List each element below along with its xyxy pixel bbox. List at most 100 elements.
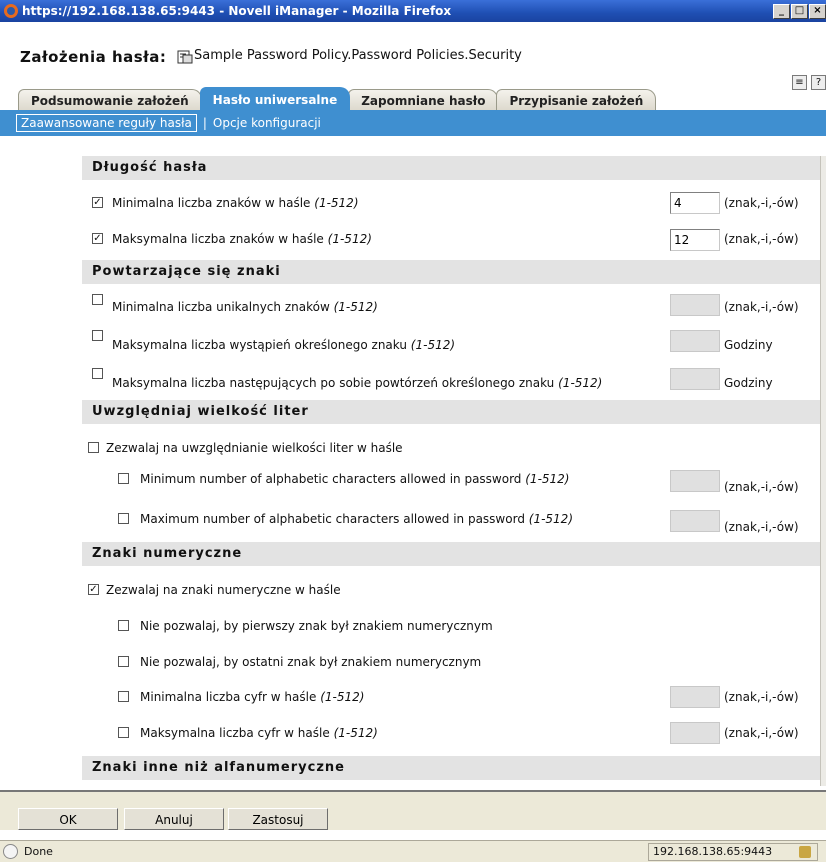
content-scrollbar[interactable] [820, 156, 826, 786]
rule-checkbox[interactable]: ✓ [92, 233, 103, 244]
rule-unit: (znak,-i,-ów) [724, 480, 799, 494]
page-header: Założenia hasła: Sample Password Policy.… [0, 22, 826, 90]
window-titlebar: https://192.168.138.65:9443 - Novell iMa… [0, 0, 826, 22]
tab-strip: Podsumowanie założeń Hasło uniwersalne Z… [18, 87, 657, 111]
sub-navigation: Zaawansowane reguły hasła | Opcje konfig… [0, 110, 826, 136]
rule-range: (1-512) [327, 232, 372, 246]
status-text: Done [24, 845, 53, 858]
rule-value-input[interactable] [670, 510, 720, 532]
rule-checkbox[interactable] [118, 727, 129, 738]
rule-checkbox[interactable] [92, 368, 103, 379]
rule-row: Zezwalaj na uwzględnianie wielkości lite… [0, 438, 820, 464]
page-title: Założenia hasła: [20, 48, 167, 66]
rule-value-input[interactable] [670, 686, 720, 708]
rule-row: ✓ Maksymalna liczba znaków w haśle (1-51… [0, 226, 820, 252]
rule-range: (1-512) [525, 472, 570, 486]
policy-object-icon [177, 50, 193, 64]
tab-zapomniane-haslo[interactable]: Zapomniane hasło [348, 89, 499, 111]
rule-label: Maximum number of alphabetic characters … [140, 512, 525, 526]
rule-row: ✓ Zezwalaj na znaki numeryczne w haśle [0, 580, 820, 606]
subnav-config-options[interactable]: Opcje konfiguracji [213, 116, 321, 130]
rule-row: Maksymalna liczba następujących po sobie… [0, 368, 820, 394]
rule-row: Minimalna liczba unikalnych znaków (1-51… [0, 294, 820, 320]
rule-checkbox[interactable] [92, 330, 103, 341]
rule-range: (1-512) [320, 690, 365, 704]
section-repeated-chars: Powtarzające się znaki [82, 260, 820, 284]
rule-row: Maximum number of alphabetic characters … [0, 508, 820, 534]
rule-checkbox[interactable] [88, 442, 99, 453]
rule-label: Zezwalaj na znaki numeryczne w haśle [106, 583, 341, 597]
rule-unit: (znak,-i,-ów) [724, 520, 799, 534]
status-icon [3, 844, 18, 859]
policy-object-name[interactable]: Sample Password Policy.Password Policies… [194, 48, 522, 63]
rule-unit: Godziny [724, 338, 773, 352]
section-case-sensitivity: Uwzględniaj wielkość liter [82, 400, 820, 424]
button-bar: OK Anuluj Zastosuj [0, 790, 826, 830]
rule-value-input[interactable] [670, 229, 720, 251]
section-non-alphanumeric: Znaki inne niż alfanumeryczne [82, 756, 820, 780]
rule-label: Maksymalna liczba znaków w haśle [112, 232, 324, 246]
tab-przypisanie[interactable]: Przypisanie założeń [496, 89, 657, 111]
rule-range: (1-512) [333, 300, 378, 314]
object-list-icon[interactable]: ≡ [792, 75, 807, 90]
rule-range: (1-512) [528, 512, 573, 526]
ok-button[interactable]: OK [18, 808, 118, 830]
firefox-icon [4, 4, 18, 18]
rule-checkbox[interactable]: ✓ [92, 197, 103, 208]
section-numeric-chars: Znaki numeryczne [82, 542, 820, 566]
status-host-panel: 192.168.138.65:9443 [648, 843, 818, 861]
minimize-button[interactable]: _ [773, 3, 790, 19]
rule-row: Minimalna liczba cyfr w haśle (1-512) (z… [0, 686, 820, 712]
rule-label: Minimalna liczba unikalnych znaków [112, 300, 330, 314]
rule-label: Maksymalna liczba wystąpień określonego … [112, 338, 407, 352]
rule-label: Minimum number of alphabetic characters … [140, 472, 522, 486]
rule-value-input[interactable] [670, 294, 720, 316]
subnav-advanced-rules[interactable]: Zaawansowane reguły hasła [16, 114, 197, 132]
rule-unit: (znak,-i,-ów) [724, 690, 799, 704]
cancel-button[interactable]: Anuluj [124, 808, 224, 830]
rule-row: Nie pozwalaj, by pierwszy znak był znaki… [0, 616, 820, 642]
rule-row: Maksymalna liczba wystąpień określonego … [0, 330, 820, 356]
rule-value-input[interactable] [670, 470, 720, 492]
rule-row: Maksymalna liczba cyfr w haśle (1-512) (… [0, 722, 820, 748]
rule-range: (1-512) [558, 376, 603, 390]
status-bar: Done 192.168.138.65:9443 [0, 840, 826, 862]
tab-haslo-uniwersalne[interactable]: Hasło uniwersalne [199, 87, 351, 111]
rule-value-input[interactable] [670, 330, 720, 352]
status-host: 192.168.138.65:9443 [653, 845, 773, 858]
rule-range: (1-512) [333, 726, 378, 740]
rule-row: Nie pozwalaj, by ostatni znak był znakie… [0, 652, 820, 678]
close-button[interactable]: × [809, 3, 826, 19]
maximize-button[interactable]: □ [791, 3, 808, 19]
rule-value-input[interactable] [670, 192, 720, 214]
rule-checkbox[interactable] [118, 513, 129, 524]
rule-unit: (znak,-i,-ów) [724, 726, 799, 740]
rule-label: Minimalna liczba znaków w haśle [112, 196, 311, 210]
rule-row: Minimum number of alphabetic characters … [0, 468, 820, 494]
rule-label: Nie pozwalaj, by pierwszy znak był znaki… [140, 619, 493, 633]
window-title: https://192.168.138.65:9443 - Novell iMa… [22, 4, 452, 18]
apply-button[interactable]: Zastosuj [228, 808, 328, 830]
rule-range: (1-512) [410, 338, 456, 352]
rule-value-input[interactable] [670, 722, 720, 744]
rule-label: Nie pozwalaj, by ostatni znak był znakie… [140, 655, 482, 669]
rule-checkbox[interactable] [118, 691, 129, 702]
rule-checkbox[interactable]: ✓ [88, 584, 99, 595]
subnav-separator: | [202, 116, 207, 130]
rule-value-input[interactable] [670, 368, 720, 390]
rule-checkbox[interactable] [118, 620, 129, 631]
rule-label: Maksymalna liczba następujących po sobie… [112, 376, 555, 390]
rule-unit: (znak,-i,-ów) [724, 300, 799, 314]
rule-label: Maksymalna liczba cyfr w haśle [140, 726, 330, 740]
tab-podsumowanie[interactable]: Podsumowanie założeń [18, 89, 202, 111]
rule-checkbox[interactable] [92, 294, 103, 305]
lock-icon[interactable] [799, 846, 811, 858]
rule-label: Zezwalaj na uwzględnianie wielkości lite… [106, 441, 403, 455]
rule-range: (1-512) [314, 196, 359, 210]
section-password-length: Długość hasła [82, 156, 820, 180]
rule-checkbox[interactable] [118, 656, 129, 667]
rules-panel: Długość hasła ✓ Minimalna liczba znaków … [0, 140, 820, 790]
help-icon[interactable]: ? [811, 75, 826, 90]
rule-unit: Godziny [724, 376, 773, 390]
rule-checkbox[interactable] [118, 473, 129, 484]
